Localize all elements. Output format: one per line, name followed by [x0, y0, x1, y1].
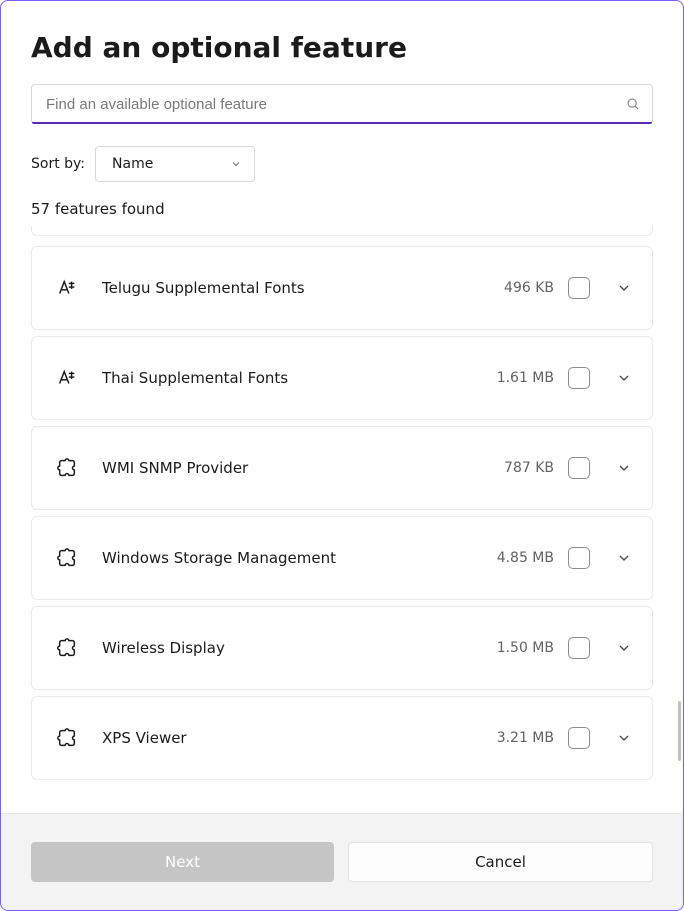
feature-row[interactable]: Telugu Supplemental Fonts496 KB: [31, 246, 653, 330]
expand-button[interactable]: [616, 550, 632, 566]
expand-button[interactable]: [616, 730, 632, 746]
cancel-button[interactable]: Cancel: [348, 842, 653, 882]
feature-row[interactable]: Wireless Display1.50 MB: [31, 606, 653, 690]
feature-row[interactable]: Windows Storage Management4.85 MB: [31, 516, 653, 600]
chevron-down-icon: [230, 158, 242, 170]
list-item-partial: [31, 226, 653, 236]
feature-checkbox[interactable]: [568, 727, 590, 749]
next-button[interactable]: Next: [31, 842, 334, 882]
search-input[interactable]: [46, 96, 612, 113]
puzzle-icon: [54, 637, 80, 659]
dialog-window: Add an optional feature Sort by: Name: [0, 0, 684, 911]
dialog-footer: Next Cancel: [1, 813, 683, 910]
font-icon: [54, 367, 80, 389]
feature-size: 496 KB: [504, 280, 554, 296]
feature-size: 1.50 MB: [497, 640, 554, 656]
feature-size: 1.61 MB: [497, 370, 554, 386]
feature-name: XPS Viewer: [102, 729, 497, 747]
feature-list: Telugu Supplemental Fonts496 KBThai Supp…: [31, 226, 653, 813]
sort-selected-value: Name: [112, 156, 153, 172]
results-count: 57 features found: [31, 200, 653, 218]
feature-size: 3.21 MB: [497, 730, 554, 746]
feature-name: Wireless Display: [102, 639, 497, 657]
feature-checkbox[interactable]: [568, 367, 590, 389]
feature-size: 4.85 MB: [497, 550, 554, 566]
feature-row[interactable]: XPS Viewer3.21 MB: [31, 696, 653, 780]
feature-name: Telugu Supplemental Fonts: [102, 279, 504, 297]
puzzle-icon: [54, 547, 80, 569]
search-field-wrap[interactable]: [31, 84, 653, 124]
expand-button[interactable]: [616, 280, 632, 296]
expand-button[interactable]: [616, 460, 632, 476]
feature-checkbox[interactable]: [568, 637, 590, 659]
feature-name: Windows Storage Management: [102, 549, 497, 567]
feature-size: 787 KB: [504, 460, 554, 476]
feature-row[interactable]: WMI SNMP Provider787 KB: [31, 426, 653, 510]
dialog-title: Add an optional feature: [31, 31, 653, 64]
sort-row: Sort by: Name: [31, 146, 653, 182]
expand-button[interactable]: [616, 370, 632, 386]
feature-row[interactable]: Thai Supplemental Fonts1.61 MB: [31, 336, 653, 420]
puzzle-icon: [54, 457, 80, 479]
scrollbar-thumb[interactable]: [678, 701, 681, 761]
sort-dropdown[interactable]: Name: [95, 146, 255, 182]
font-icon: [54, 277, 80, 299]
dialog-content: Add an optional feature Sort by: Name: [1, 1, 683, 813]
feature-checkbox[interactable]: [568, 547, 590, 569]
feature-checkbox[interactable]: [568, 457, 590, 479]
feature-checkbox[interactable]: [568, 277, 590, 299]
puzzle-icon: [54, 727, 80, 749]
feature-name: WMI SNMP Provider: [102, 459, 504, 477]
sort-label: Sort by:: [31, 156, 85, 172]
feature-name: Thai Supplemental Fonts: [102, 369, 497, 387]
expand-button[interactable]: [616, 640, 632, 656]
search-icon: [626, 97, 640, 111]
